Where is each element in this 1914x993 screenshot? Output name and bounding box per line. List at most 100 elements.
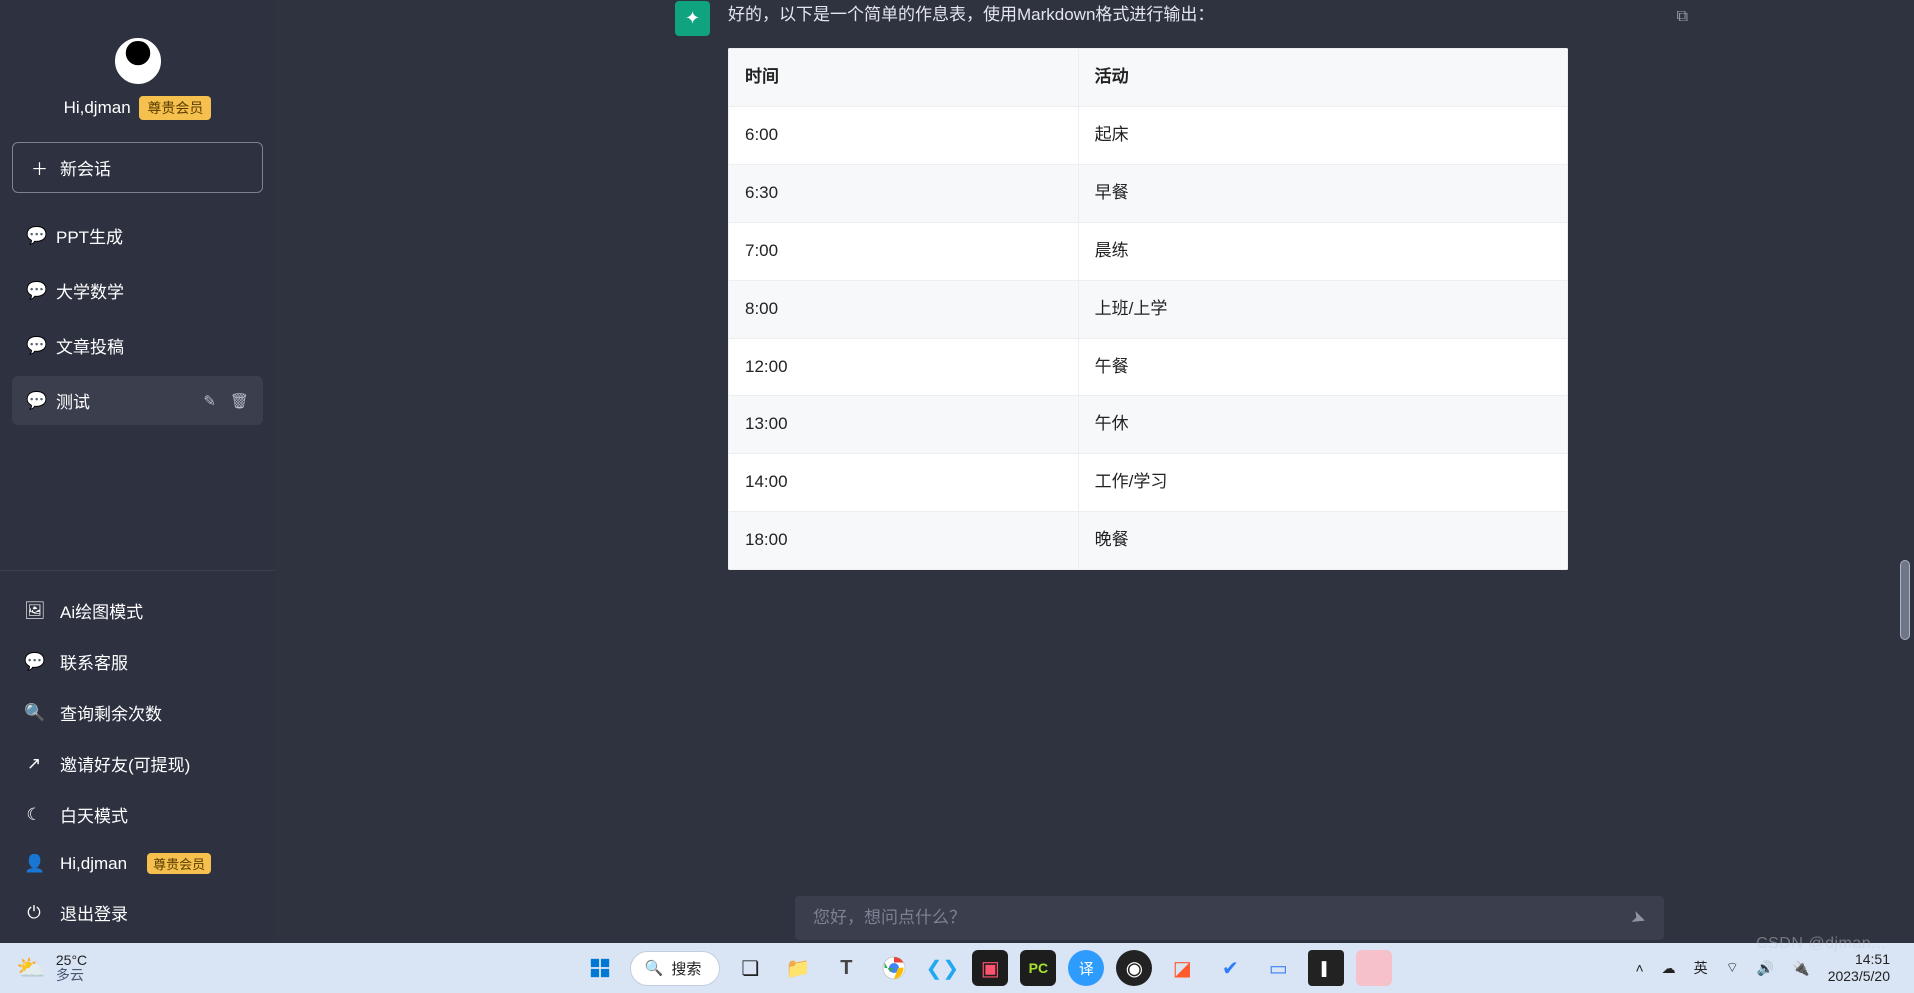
ai-avatar: ✦ (675, 1, 710, 36)
session-item[interactable]: 💬 测试 ✎ 🗑 (12, 376, 263, 425)
menu-label: 邀请好友(可提现) (60, 751, 190, 776)
onedrive-icon[interactable]: ☁ (1662, 960, 1676, 977)
taskbar: ⛅ 25°C 多云 🔍 搜索 ❏ 📁 T ❮❯ ▣ PC 译 ◉ ◪ ✔ ▭ ▌… (0, 943, 1914, 993)
wifi-icon[interactable]: ⌔ (1726, 959, 1739, 977)
table-cell: 早餐 (1078, 164, 1567, 222)
explorer-icon[interactable]: 📁 (780, 950, 816, 986)
wechat-icon: 💬 (24, 652, 44, 672)
menu-label: Hi,djman (60, 854, 127, 874)
weather-icon[interactable]: ⛅ (16, 954, 46, 983)
table-row: 6:30早餐 (729, 164, 1568, 222)
send-icon[interactable]: ➤ (1628, 906, 1649, 931)
chat-input[interactable] (813, 908, 1631, 928)
chat-icon: 💬 (26, 391, 44, 411)
session-label: 大学数学 (56, 278, 124, 303)
assistant-message: ✦ ⧉ 好的，以下是一个简单的作息表，使用Markdown格式进行输出： 时间活… (275, 1, 1892, 570)
table-cell: 8:00 (729, 280, 1079, 338)
table-header: 活动 (1078, 49, 1567, 107)
moon-icon: ☾ (24, 805, 44, 825)
delete-icon[interactable]: 🗑 (230, 392, 249, 410)
table-cell: 6:00 (729, 107, 1079, 165)
menu-user[interactable]: 👤Hi,djman 尊贵会员 (6, 840, 269, 887)
input-bar: ➤ (795, 896, 1664, 940)
session-label: 文章投稿 (56, 333, 124, 358)
menu-label: 查询剩余次数 (60, 700, 162, 725)
table-cell: 午休 (1078, 396, 1567, 454)
session-item[interactable]: 💬文章投稿 (12, 321, 263, 370)
table-row: 7:00晨练 (729, 222, 1568, 280)
image-icon: 🖼 (24, 601, 44, 621)
text-app-icon[interactable]: T (828, 950, 864, 986)
menu-label: Ai绘图模式 (60, 598, 143, 623)
table-cell: 7:00 (729, 222, 1079, 280)
menu-moon[interactable]: ☾白天模式 (6, 789, 269, 840)
app-icon-3[interactable]: ▭ (1260, 950, 1296, 986)
table-row: 13:00午休 (729, 396, 1568, 454)
table-cell: 晨练 (1078, 222, 1567, 280)
power-icon: ⏻ (24, 903, 44, 923)
tray-chevron-icon[interactable]: ˄ (1635, 960, 1643, 976)
new-chat-label: 新会话 (60, 155, 111, 180)
terminal-icon[interactable]: ▌ (1308, 950, 1344, 986)
menu-label: 联系客服 (60, 649, 128, 674)
weather-text: 多云 (56, 968, 87, 983)
table-row: 12:00午餐 (729, 338, 1568, 396)
start-button[interactable] (582, 950, 618, 986)
app-icon-2[interactable]: ◪ (1164, 950, 1200, 986)
table-row: 8:00上班/上学 (729, 280, 1568, 338)
schedule-table: 时间活动6:00起床6:30早餐7:00晨练8:00上班/上学12:00午餐13… (728, 48, 1568, 570)
table-row: 14:00工作/学习 (729, 454, 1568, 512)
app-icon-4[interactable] (1356, 950, 1392, 986)
obs-icon[interactable]: ◉ (1116, 950, 1152, 986)
chrome-icon[interactable] (876, 950, 912, 986)
edit-icon[interactable]: ✎ (203, 392, 216, 410)
ime-indicator[interactable]: 英 (1694, 958, 1708, 978)
share-icon: ↗ (24, 754, 44, 774)
table-cell: 18:00 (729, 512, 1079, 570)
chat-icon: 💬 (26, 281, 44, 301)
search-icon: 🔍 (24, 703, 44, 723)
volume-icon[interactable]: 🔊 (1757, 960, 1774, 977)
session-item[interactable]: 💬 大学数学 (12, 266, 263, 315)
table-header: 时间 (729, 49, 1079, 107)
table-cell: 上班/上学 (1078, 280, 1567, 338)
menu-share[interactable]: ↗ 邀请好友(可提现) (6, 738, 269, 789)
copy-icon[interactable]: ⧉ (1677, 3, 1688, 30)
new-chat-button[interactable]: ＋ 新会话 (12, 142, 263, 193)
vscode-icon[interactable]: ❮❯ (924, 950, 960, 986)
todo-icon[interactable]: ✔ (1212, 950, 1248, 986)
sidebar: Hi,djman 尊贵会员 ＋ 新会话 💬PPT生成💬大学数学💬文章投稿💬测试✎… (0, 0, 275, 960)
session-label: 测试 (56, 388, 90, 413)
table-row: 6:00起床 (729, 107, 1568, 165)
greeting: Hi,djman (64, 98, 131, 117)
chat-icon: 💬 (26, 226, 44, 246)
menu-label: 退出登录 (60, 900, 128, 925)
search-label: 搜索 (671, 958, 701, 979)
table-cell: 14:00 (729, 454, 1079, 512)
menu-image[interactable]: 🖼 Ai绘图模式 (6, 585, 269, 636)
session-label: PPT生成 (56, 223, 123, 248)
table-cell: 12:00 (729, 338, 1079, 396)
menu-wechat[interactable]: 💬 联系客服 (6, 636, 269, 687)
avatar[interactable] (115, 38, 161, 84)
table-cell: 13:00 (729, 396, 1079, 454)
menu-power[interactable]: ⏻ 退出登录 (6, 887, 269, 938)
clock[interactable]: 14:51 2023/5/20 (1828, 951, 1890, 985)
table-cell: 晚餐 (1078, 512, 1567, 570)
search-icon: 🔍 (645, 959, 664, 977)
battery-icon[interactable]: 🔌 (1792, 960, 1809, 977)
translate-icon[interactable]: 译 (1068, 950, 1104, 986)
taskbar-search[interactable]: 🔍 搜索 (630, 951, 721, 986)
date: 2023/5/20 (1828, 968, 1890, 985)
vip-badge: 尊贵会员 (147, 853, 211, 874)
table-cell: 6:30 (729, 164, 1079, 222)
session-item[interactable]: 💬 PPT生成 (12, 211, 263, 260)
taskview-icon[interactable]: ❏ (732, 950, 768, 986)
chat-panel: ✦ arr[j] = arr[j + 1]; arr[j + 1] = temp… (275, 0, 1914, 960)
app-icon-1[interactable]: ▣ (972, 950, 1008, 986)
plus-icon: ＋ (31, 155, 48, 180)
pycharm-icon[interactable]: PC (1020, 950, 1056, 986)
menu-search[interactable]: 🔍 查询剩余次数 (6, 687, 269, 738)
table-cell: 工作/学习 (1078, 454, 1567, 512)
scrollbar[interactable] (1896, 0, 1910, 910)
